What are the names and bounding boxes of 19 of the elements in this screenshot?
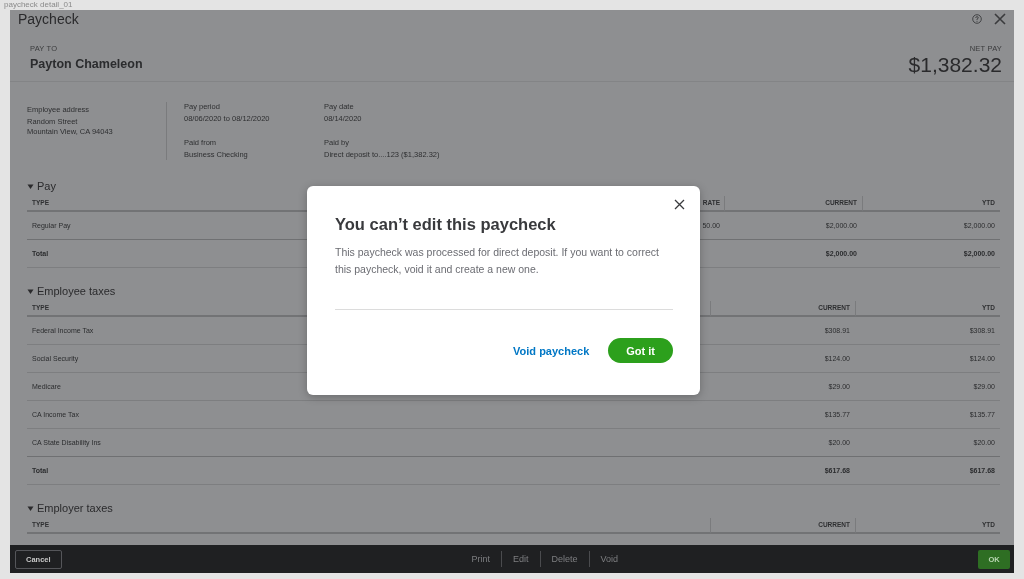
footer-action[interactable]: Print bbox=[460, 551, 502, 567]
footer-action[interactable]: Void bbox=[588, 551, 630, 567]
expand-triangle-icon[interactable] bbox=[27, 504, 34, 512]
got-it-button[interactable]: Got it bbox=[608, 338, 673, 363]
close-icon[interactable] bbox=[674, 199, 685, 210]
section-title[interactable]: Employer taxes bbox=[37, 502, 113, 514]
section-title[interactable]: Pay bbox=[37, 180, 56, 192]
void-paycheck-link[interactable]: Void paycheck bbox=[513, 344, 590, 357]
footer-action[interactable]: Edit bbox=[501, 551, 540, 567]
window-title: Paycheck bbox=[18, 11, 80, 27]
help-icon[interactable] bbox=[972, 14, 982, 24]
footer-action[interactable]: Delete bbox=[539, 551, 589, 567]
image-caption: paycheck detail_01 bbox=[4, 0, 73, 10]
dialog-title: You can’t edit this paycheck bbox=[335, 215, 557, 234]
section-title[interactable]: Employee taxes bbox=[37, 285, 116, 297]
expand-triangle-icon[interactable] bbox=[27, 287, 34, 295]
payee-name: Payton Chameleon bbox=[30, 57, 143, 71]
expand-triangle-icon[interactable] bbox=[27, 182, 34, 190]
net-pay-amount: $1,382.32 bbox=[908, 53, 1002, 77]
